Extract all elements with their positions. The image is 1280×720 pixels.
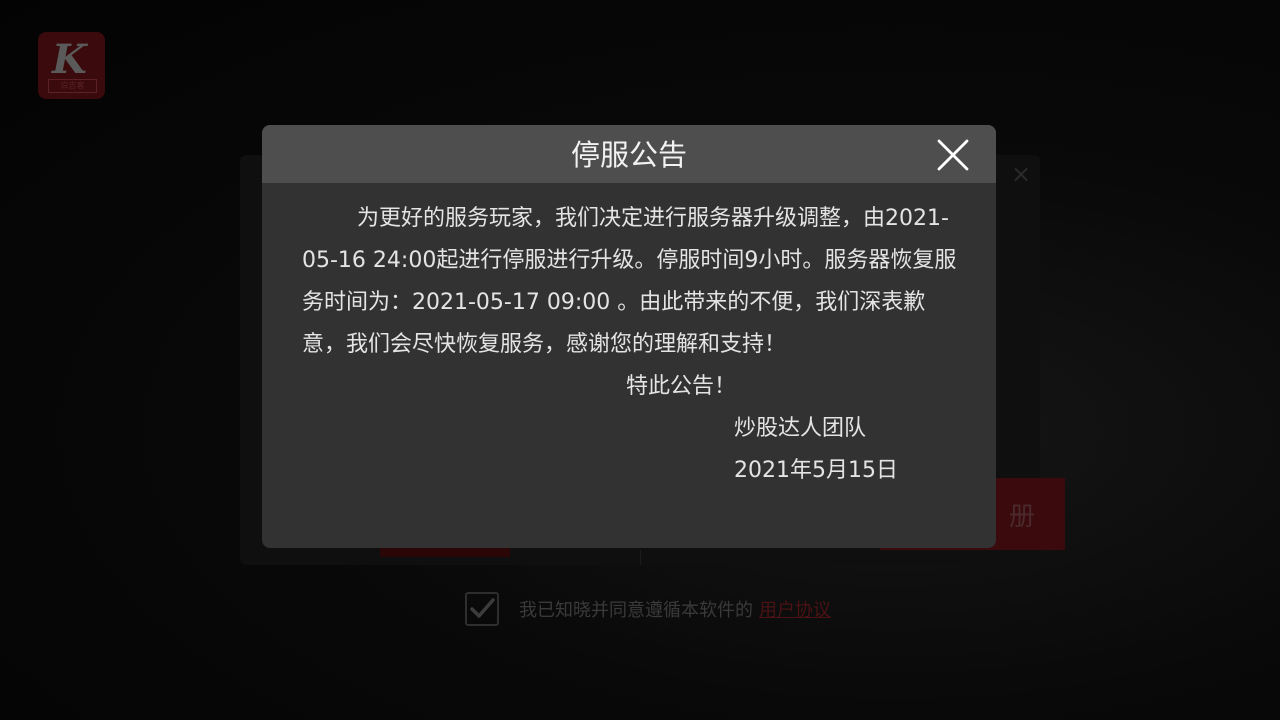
divider [640, 550, 641, 565]
user-agreement-link: 用户协议 [759, 600, 831, 621]
checkmark-icon [470, 598, 495, 618]
notice-closing: 特此公告！ [626, 374, 737, 399]
agreement-text: 我已知晓并同意遵循本软件的 [519, 600, 753, 621]
dialog-body: 为更好的服务玩家，我们决定进行服务器升级调整，由2021-05-16 24:00… [302, 198, 962, 492]
agreement-row: 我已知晓并同意遵循本软件的 用户协议 [465, 590, 831, 628]
login-panel-close-icon: × [1010, 160, 1032, 188]
agreement-checkbox [465, 592, 499, 626]
notice-paragraph: 为更好的服务玩家，我们决定进行服务器升级调整，由2021-05-16 24:00… [302, 206, 957, 357]
screen: K 白吉客 × 册 我已知晓并同意遵循本软件的 用户协议 停服公告 为更好的服务… [0, 0, 1280, 720]
notice-date: 2021年5月15日 [734, 458, 898, 483]
app-logo: K 白吉客 [38, 32, 105, 99]
dialog-title: 停服公告 [570, 138, 687, 172]
register-button-label: 册 [1008, 502, 1035, 532]
dialog-header: 停服公告 [262, 125, 996, 183]
notice-signature: 炒股达人团队 [734, 416, 867, 441]
close-icon[interactable] [936, 138, 970, 172]
logo-subtitle: 白吉客 [48, 79, 97, 93]
shutdown-notice-dialog: 停服公告 为更好的服务玩家，我们决定进行服务器升级调整，由2021-05-16 … [262, 125, 996, 548]
logo-mark: K [52, 36, 87, 83]
login-button [380, 547, 510, 557]
